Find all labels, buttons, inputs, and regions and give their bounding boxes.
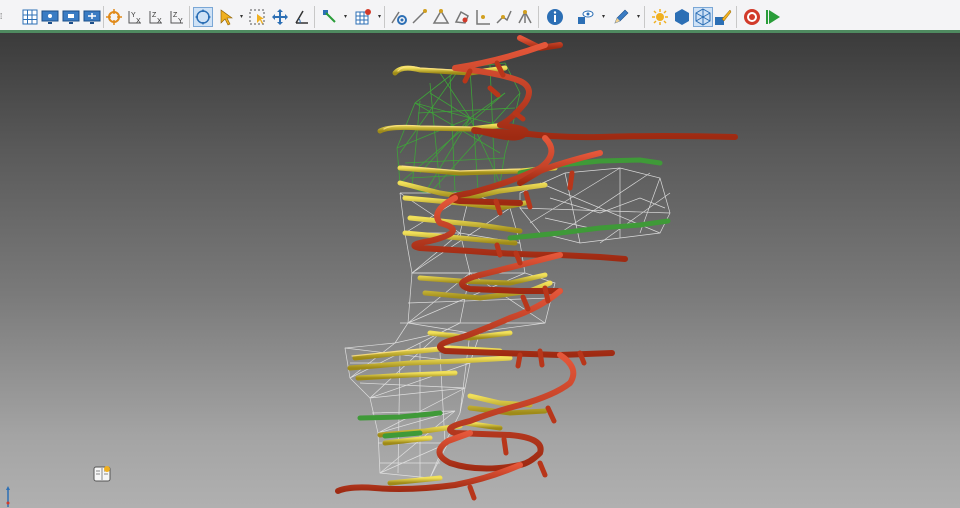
- axis-points-icon: [476, 10, 490, 25]
- snap-dropdown-icon[interactable]: ▾: [343, 14, 348, 20]
- open-book-icon: [93, 466, 111, 482]
- angle-icon: [295, 10, 308, 24]
- grid-view-button[interactable]: [20, 7, 40, 27]
- monitor-icon: [62, 10, 80, 24]
- paint-icon: [715, 9, 732, 25]
- box-select-button[interactable]: [247, 7, 267, 27]
- digitize-3-button[interactable]: [431, 7, 451, 27]
- monitor-1-button[interactable]: [40, 7, 60, 27]
- wireframe-icon: [695, 8, 711, 26]
- crosshair-icon: [106, 9, 122, 25]
- digitize-2-button[interactable]: [410, 7, 430, 27]
- select-button[interactable]: [216, 7, 236, 27]
- view-zy-button[interactable]: ZY: [167, 7, 187, 27]
- svg-text:X: X: [157, 18, 162, 25]
- pointer-icon: [220, 9, 233, 26]
- toolbar-separator: [189, 6, 190, 28]
- axis-triad: [0, 483, 16, 508]
- solid-button[interactable]: [672, 7, 692, 27]
- polyline-icon: [412, 9, 427, 24]
- svg-text:X: X: [136, 18, 141, 25]
- play-button[interactable]: [763, 7, 783, 27]
- axis-triad-icon: [6, 486, 10, 507]
- record-button[interactable]: [742, 7, 762, 27]
- paint-button[interactable]: [713, 7, 733, 27]
- digitize-icon: [391, 11, 407, 25]
- toolbar-separator: [384, 6, 385, 28]
- digitize-1-button[interactable]: [389, 7, 409, 27]
- play-icon: [766, 10, 780, 24]
- axis-points-icon: [496, 10, 512, 24]
- toolbar-separator: [314, 6, 315, 28]
- info-button[interactable]: [545, 7, 565, 27]
- orbit-icon: [195, 9, 211, 25]
- svg-text:Y: Y: [178, 18, 183, 25]
- monitor-2-button[interactable]: [61, 7, 81, 27]
- box-select-icon: [249, 9, 265, 25]
- select-dropdown-icon[interactable]: ▾: [239, 14, 244, 20]
- 3d-viewport[interactable]: [0, 33, 960, 508]
- axis-zy-icon: ZY: [170, 11, 183, 25]
- target-icon: [744, 9, 760, 25]
- toolbar-grip-icon[interactable]: ⁞: [0, 12, 6, 22]
- digitize-5-button[interactable]: [473, 7, 493, 27]
- grid-icon: [22, 9, 38, 25]
- white-wireframe-lobe[interactable]: [519, 167, 671, 244]
- monitor-icon: [41, 10, 59, 24]
- toolbar-separator: [736, 6, 737, 28]
- polygon-icon: [454, 10, 469, 24]
- pan-button[interactable]: [270, 7, 290, 27]
- grid-dropdown-icon[interactable]: ▾: [377, 14, 382, 20]
- view-yx-button[interactable]: YX: [125, 7, 145, 27]
- edit-button[interactable]: [611, 7, 631, 27]
- info-icon: [547, 9, 563, 25]
- digitize-7-button[interactable]: [515, 7, 535, 27]
- pencil-icon: [614, 9, 629, 24]
- view-zx-button[interactable]: ZX: [146, 7, 166, 27]
- monitor-icon: [83, 10, 101, 24]
- digitize-6-button[interactable]: [494, 7, 514, 27]
- triangle-icon: [432, 9, 450, 24]
- target-button[interactable]: [104, 7, 124, 27]
- lighting-button[interactable]: [650, 7, 670, 27]
- eye-icon: [578, 10, 594, 24]
- axis-zx-icon: ZX: [149, 11, 162, 25]
- bookmark-widget[interactable]: [92, 464, 112, 484]
- branch-icon: [518, 10, 532, 24]
- axis-yx-icon: YX: [128, 11, 141, 25]
- toolbar-separator: [644, 6, 645, 28]
- measure-button[interactable]: [292, 7, 312, 27]
- hexagon-icon: [675, 9, 689, 25]
- snap-icon: [323, 10, 336, 23]
- orbit-button[interactable]: [193, 7, 213, 27]
- grid-add-button[interactable]: [353, 7, 373, 27]
- visibility-dropdown-icon[interactable]: ▾: [601, 14, 606, 20]
- wireframe-button[interactable]: [693, 7, 713, 27]
- monitor-3-button[interactable]: [82, 7, 102, 27]
- edit-dropdown-icon[interactable]: ▾: [636, 14, 641, 20]
- sun-icon: [652, 9, 668, 25]
- snap-button[interactable]: [320, 7, 340, 27]
- digitize-4-button[interactable]: [452, 7, 472, 27]
- grid-add-icon: [355, 9, 371, 25]
- move-icon: [272, 9, 288, 25]
- main-toolbar: ⁞ YX ZX ZY ▾ ▾ ▾ ▾ ▾: [0, 0, 960, 33]
- scene-canvas[interactable]: [0, 33, 960, 508]
- visibility-button[interactable]: [575, 7, 595, 27]
- toolbar-separator: [538, 6, 539, 28]
